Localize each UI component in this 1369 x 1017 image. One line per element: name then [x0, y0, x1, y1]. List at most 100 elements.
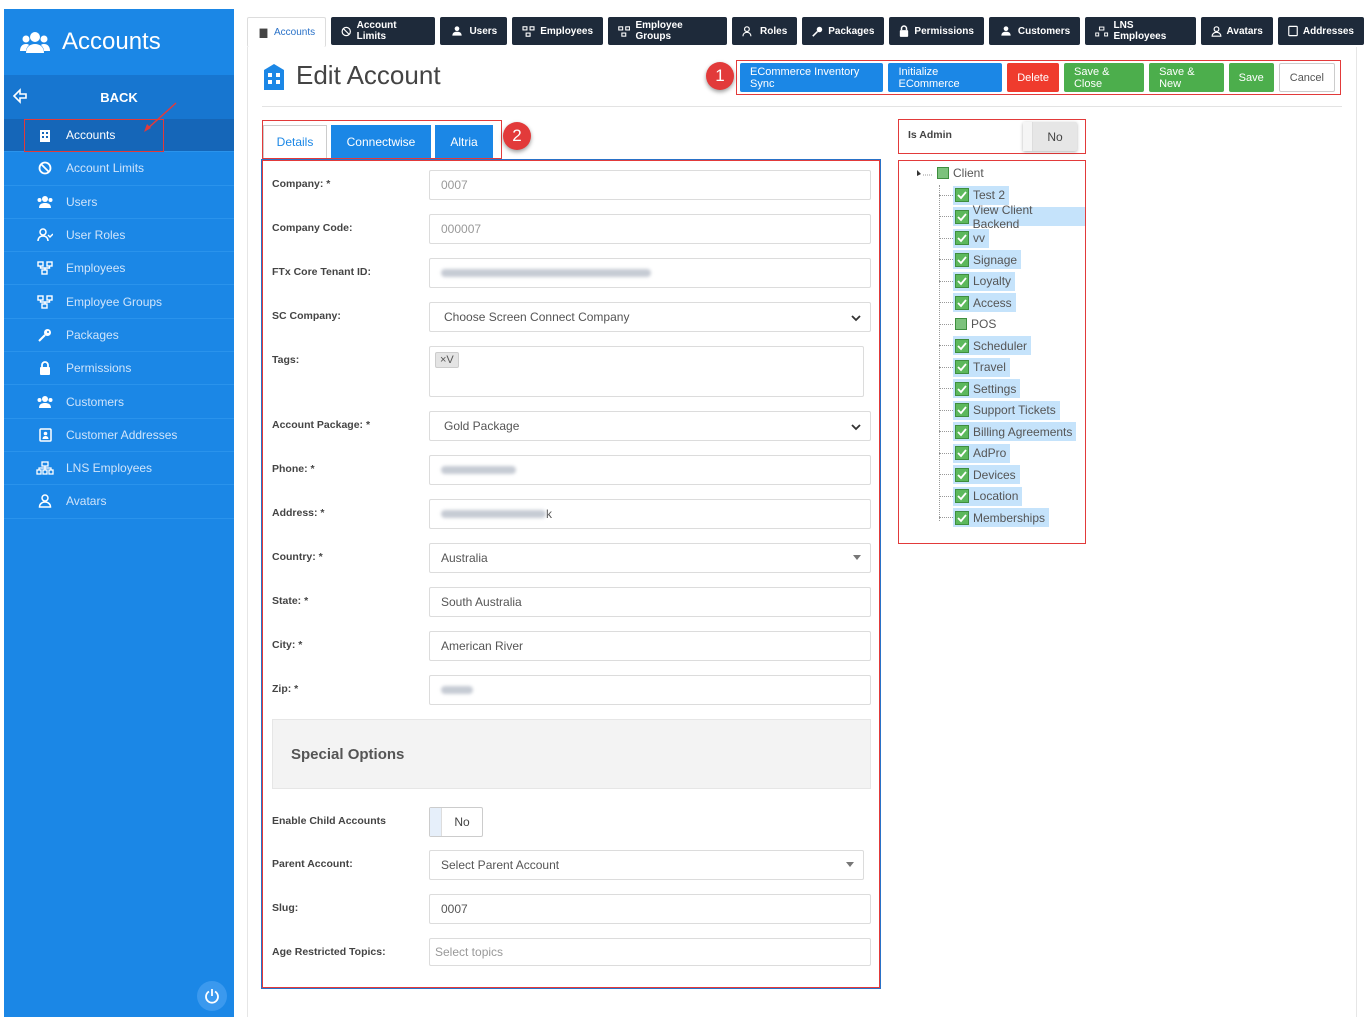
- checkbox-checked-icon[interactable]: [955, 424, 969, 439]
- parent-account-select[interactable]: Select Parent Account: [429, 850, 864, 880]
- sidebar-item-customers[interactable]: Customers: [4, 385, 234, 419]
- tree-node-support-tickets[interactable]: Support Tickets: [939, 400, 1060, 420]
- tab-packages[interactable]: Packages: [802, 17, 885, 45]
- tree-node-label: Billing Agreements: [973, 424, 1073, 439]
- phone-input[interactable]: [429, 455, 871, 485]
- initialize-ecommerce-button[interactable]: Initialize ECommerce: [888, 63, 1003, 92]
- back-button[interactable]: BACK: [4, 75, 234, 119]
- tree-node-vv[interactable]: vv: [939, 228, 989, 248]
- sidebar-item-packages[interactable]: Packages: [4, 319, 234, 353]
- tree-node-loyalty[interactable]: Loyalty: [939, 271, 1016, 291]
- tree-node-view-client-backend[interactable]: View Client Backend: [939, 203, 1085, 231]
- tab-employees[interactable]: Employees: [512, 17, 604, 45]
- back-arrow-icon: [12, 88, 27, 104]
- sidebar-item-label: LNS Employees: [66, 461, 153, 476]
- tree-node-adpro[interactable]: AdPro: [939, 443, 1011, 463]
- checkbox-checked-icon[interactable]: [955, 295, 969, 310]
- tab-avatars[interactable]: Avatars: [1200, 17, 1273, 45]
- is-admin-toggle[interactable]: No: [1023, 122, 1077, 151]
- sidebar-item-accounts[interactable]: Accounts: [4, 119, 234, 153]
- cancel-button[interactable]: Cancel: [1278, 63, 1335, 92]
- tree-node-label-box: Settings: [953, 379, 1021, 398]
- save-close-button[interactable]: Save & Close: [1063, 63, 1145, 92]
- checkbox-checked-icon[interactable]: [955, 446, 969, 460]
- sidebar-item-avatars[interactable]: Avatars: [4, 485, 234, 519]
- tree-node-billing-agreements[interactable]: Billing Agreements: [939, 422, 1077, 442]
- checkbox-checked-icon[interactable]: [955, 360, 969, 374]
- zip-input[interactable]: [429, 675, 871, 705]
- tree-connector: [939, 280, 953, 282]
- checkbox-checked-icon[interactable]: [955, 274, 969, 288]
- delete-button[interactable]: Delete: [1007, 63, 1059, 92]
- tree-node-memberships[interactable]: Memberships: [939, 508, 1050, 528]
- tab-label: Employee Groups: [635, 20, 683, 42]
- sidebar-item-lns-employees[interactable]: LNS Employees: [4, 452, 234, 486]
- checkbox-checked-icon[interactable]: [955, 188, 969, 202]
- power-button[interactable]: [197, 981, 227, 1011]
- checkbox-checked-icon[interactable]: [955, 338, 969, 353]
- account-package-select[interactable]: Gold Package: [429, 411, 871, 441]
- sidebar-item-user-roles[interactable]: User Roles: [4, 219, 234, 253]
- country-select[interactable]: Australia: [429, 543, 871, 573]
- checkbox-checked-icon[interactable]: [955, 403, 969, 417]
- slug-input[interactable]: 0007: [429, 894, 871, 924]
- annotation-arrow: [144, 102, 177, 132]
- tree-node-pos[interactable]: POS: [939, 314, 1000, 334]
- save-button[interactable]: Save: [1228, 63, 1274, 92]
- save-new-button[interactable]: Save & New: [1149, 63, 1224, 92]
- tags-input[interactable]: ×V: [429, 346, 864, 397]
- checkbox-checked-icon[interactable]: [955, 489, 969, 503]
- tree-node-location[interactable]: Location: [939, 486, 1023, 506]
- age-topics-input[interactable]: Select topics: [429, 938, 871, 966]
- redacted-value: [441, 269, 651, 277]
- company-code-input[interactable]: 000007: [429, 214, 871, 244]
- tree-node-devices[interactable]: Devices: [939, 465, 1020, 485]
- sidebar-item-employee-groups[interactable]: Employee Groups: [4, 285, 234, 319]
- sidebar-item-account-limits[interactable]: Account Limits: [4, 152, 234, 186]
- company-input[interactable]: 0007: [429, 170, 871, 200]
- tag-chip[interactable]: ×V: [435, 352, 459, 368]
- tree-root[interactable]: Client: [915, 166, 984, 180]
- tab-employee-groups[interactable]: Employee Groups: [608, 17, 728, 45]
- tab-customers[interactable]: Customers: [988, 17, 1081, 45]
- address-input[interactable]: k: [429, 499, 871, 529]
- tab-permissions[interactable]: Permissions: [889, 17, 984, 45]
- tree-node-settings[interactable]: Settings: [939, 379, 1021, 399]
- checkbox-checked-icon[interactable]: [955, 467, 969, 482]
- sidebar-item-label: Account Limits: [66, 161, 145, 176]
- tab-addresses[interactable]: Addresses: [1277, 17, 1364, 45]
- checkbox-checked-icon[interactable]: [955, 381, 969, 396]
- tree-node-label: Support Tickets: [973, 403, 1056, 417]
- tree-node-scheduler[interactable]: Scheduler: [939, 336, 1032, 356]
- partial-checkbox-icon[interactable]: [937, 167, 949, 179]
- tree-node-label: Access: [973, 295, 1012, 310]
- sidebar-item-customer-addresses[interactable]: Customer Addresses: [4, 419, 234, 452]
- checkbox-checked-icon[interactable]: [954, 209, 969, 224]
- sitemap-icon: [34, 294, 56, 309]
- tab-users[interactable]: Users: [440, 17, 508, 45]
- checkbox-checked-icon[interactable]: [955, 231, 969, 245]
- tab-altria[interactable]: Altria: [435, 125, 493, 158]
- toggle-knob: [430, 808, 442, 836]
- tab-details[interactable]: Details: [263, 125, 327, 158]
- sidebar-item-employees[interactable]: Employees: [4, 252, 234, 286]
- checkbox-checked-icon[interactable]: [955, 252, 969, 267]
- tab-lns-employees[interactable]: LNS Employees: [1085, 17, 1196, 45]
- ecommerce-sync-button[interactable]: ECommerce Inventory Sync: [740, 63, 884, 92]
- partial-checkbox-icon[interactable]: [955, 318, 967, 330]
- sc-company-select[interactable]: Choose Screen Connect Company: [429, 302, 871, 332]
- tree-node-access[interactable]: Access: [939, 293, 1016, 313]
- ftx-tenant-input[interactable]: [429, 258, 871, 288]
- sidebar-item-users[interactable]: Users: [4, 186, 234, 219]
- sidebar-item-permissions[interactable]: Permissions: [4, 352, 234, 386]
- checkbox-checked-icon[interactable]: [955, 510, 969, 525]
- city-input[interactable]: American River: [429, 631, 871, 661]
- tab-account-limits[interactable]: Account Limits: [331, 17, 436, 45]
- tree-node-signage[interactable]: Signage: [939, 250, 1022, 270]
- tree-node-travel[interactable]: Travel: [939, 357, 1010, 377]
- tab-connectwise[interactable]: Connectwise: [331, 125, 431, 158]
- tab-accounts[interactable]: Accounts: [247, 17, 327, 47]
- enable-child-toggle[interactable]: No: [429, 807, 483, 837]
- state-input[interactable]: South Australia: [429, 587, 871, 617]
- tab-roles[interactable]: Roles: [732, 17, 798, 45]
